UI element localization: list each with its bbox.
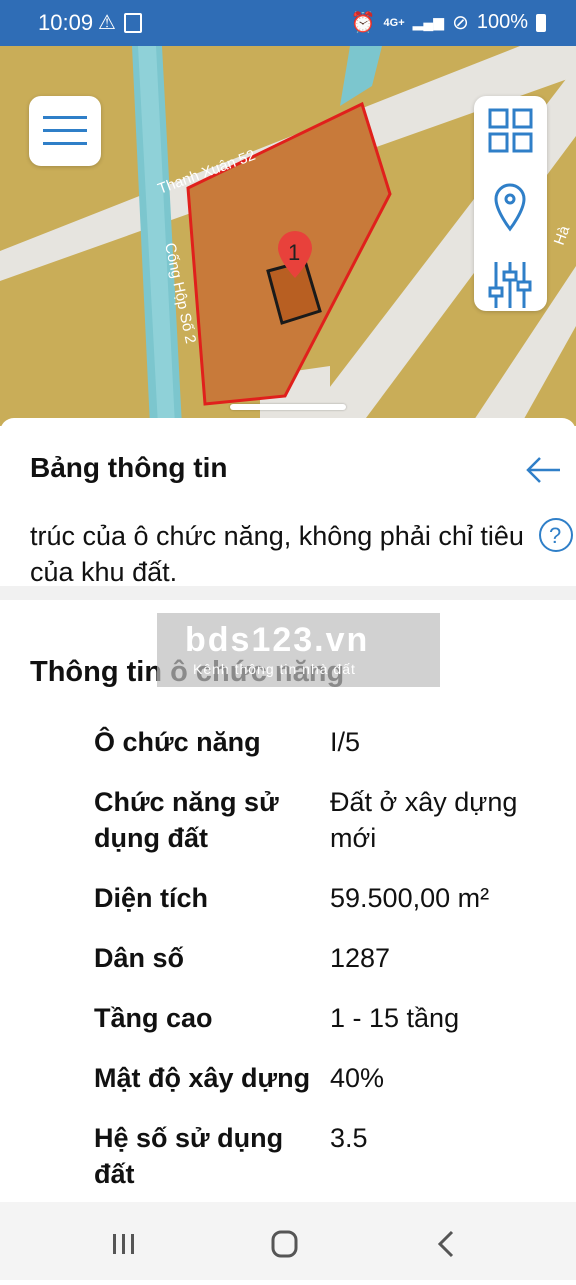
info-key: Diện tích [94, 883, 209, 913]
app-notification-icon [124, 13, 142, 33]
info-key: Dân số [94, 943, 185, 973]
info-value: 59.500,00 m² [330, 883, 490, 913]
hamburger-icon [43, 116, 87, 145]
sheet-title: Bảng thông tin [30, 452, 228, 483]
info-value: I/5 [330, 727, 361, 757]
info-value: 1287 [330, 943, 391, 973]
status-icons: ⏰ 4G+ ▂▄▆ ⊘ 100% [351, 10, 546, 35]
battery-icon [536, 13, 546, 32]
back-icon[interactable] [437, 1230, 454, 1258]
section-divider [0, 586, 576, 600]
dnd-icon: ⊘ [452, 12, 469, 34]
grid-icon[interactable] [474, 96, 547, 168]
info-key: Mật độ xây dựng [94, 1063, 311, 1093]
sliders-icon[interactable] [474, 250, 547, 321]
status-bar: 10:09 ⚠ ⏰ 4G+ ▂▄▆ ⊘ 100% [0, 0, 576, 46]
battery-level: 100% [476, 11, 528, 33]
marker-label: 1 [288, 240, 300, 265]
recent-apps-icon[interactable] [113, 1234, 134, 1254]
info-key: Ô chức năng [94, 727, 261, 757]
home-icon[interactable] [271, 1230, 298, 1258]
sheet-drag-handle[interactable] [230, 404, 346, 410]
network-type: 4G+ [383, 16, 405, 29]
info-key: Chức năng sử dụng đất [94, 787, 279, 853]
menu-button[interactable] [29, 96, 101, 166]
info-value: 3.5 [330, 1123, 368, 1153]
system-nav-bar [0, 1202, 576, 1280]
arrow-left-icon[interactable] [524, 453, 564, 487]
watermark: bds123.vn Kênh thông tin nhà đất [157, 613, 440, 687]
warning-icon: ⚠ [98, 12, 116, 34]
info-value: 40% [330, 1063, 385, 1093]
info-key: Tầng cao [94, 1003, 213, 1033]
status-time: 10:09 [38, 10, 94, 35]
info-key: Hệ số sử dụng đất [94, 1123, 284, 1189]
info-value: 1 - 15 tầng [330, 1003, 460, 1033]
map-tools-panel [474, 96, 547, 311]
watermark-main: bds123.vn [185, 621, 370, 659]
info-value: Đất ở xây dựng mới [330, 787, 518, 853]
location-pin-icon[interactable] [474, 173, 547, 245]
alarm-icon: ⏰ [350, 12, 376, 34]
help-icon[interactable]: ? [538, 517, 574, 553]
signal-icon: ▂▄▆ [412, 14, 445, 30]
svg-text:?: ? [549, 523, 561, 548]
note-text: trúc của ô chức năng, không phải chỉ tiê… [30, 521, 524, 587]
watermark-sub: Kênh thông tin nhà đất [193, 661, 356, 677]
